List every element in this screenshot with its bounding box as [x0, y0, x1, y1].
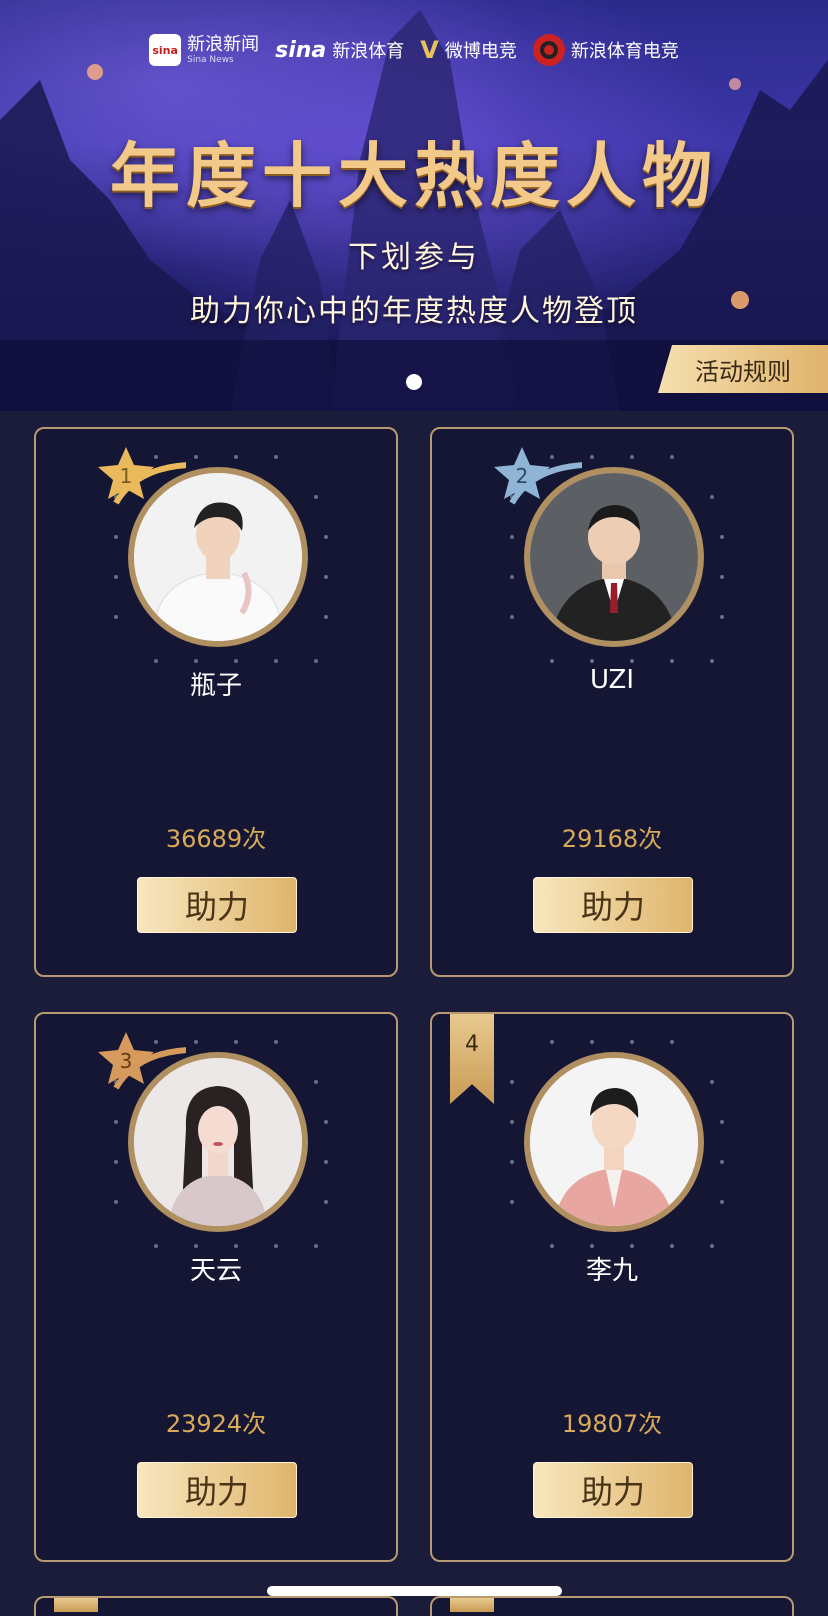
boost-button[interactable]: 助力: [533, 877, 693, 933]
vote-count: 29168次: [561, 825, 663, 853]
bronze-star-badge: 3: [98, 1032, 186, 1090]
candidate-card: 4 李九 19807次 助力: [430, 1012, 794, 1562]
rank-number: 2: [516, 464, 529, 488]
avatar-frame: [524, 1052, 704, 1232]
weibo-esports-logo: V: [420, 36, 439, 64]
partner-subname: Sina News: [187, 54, 234, 65]
partner-sina-sports-esports: 新浪体育电竞: [532, 34, 679, 66]
partner-sina-sports: sina 新浪体育: [275, 37, 404, 63]
candidate-name: 天云: [189, 1256, 242, 1286]
carousel-indicator-dot[interactable]: [406, 374, 422, 390]
gold-star-badge: 1: [98, 447, 186, 505]
vote-count: 19807次: [561, 1410, 663, 1438]
candidate-name: UZI: [589, 665, 635, 695]
vote-count: 36689次: [165, 825, 267, 853]
partner-sina-news: sina 新浪新闻 Sina News: [149, 34, 259, 66]
activity-rules-button[interactable]: 活动规则: [658, 345, 828, 393]
sina-sports-logo: sina: [275, 37, 327, 63]
partner-logos: sina 新浪新闻 Sina News sina 新浪体育 V 微博电竞 新浪体…: [0, 34, 828, 66]
sina-sports-esports-logo: [532, 34, 565, 66]
partner-name: 新浪新闻: [187, 33, 260, 55]
home-indicator[interactable]: [267, 1586, 562, 1596]
candidate-card: 2 UZI 29168次 助力: [430, 427, 794, 977]
partner-name: 新浪体育: [332, 41, 405, 62]
partner-name: 新浪体育电竞: [570, 41, 679, 62]
hero-banner[interactable]: sina 新浪新闻 Sina News sina 新浪体育 V 微博电竞 新浪体…: [0, 0, 828, 411]
vote-count: 23924次: [165, 1410, 267, 1438]
banner-title: 年度十大热度人物: [110, 134, 718, 217]
candidate-name: 李九: [585, 1256, 638, 1286]
rank-number: 1: [120, 464, 133, 488]
candidate-card: 3 天云 23924次 助力: [34, 1012, 398, 1562]
candidate-card-partial: [34, 1596, 398, 1616]
avatar: [530, 1058, 698, 1226]
partner-weibo-esports: V 微博电竞: [420, 36, 517, 64]
candidate-card-partial: [430, 1596, 794, 1616]
candidate-card: 1 瓶子 36689次 助力: [34, 427, 398, 977]
sina-news-logo: sina: [149, 34, 182, 66]
boost-button[interactable]: 助力: [533, 1462, 693, 1518]
boost-button[interactable]: 助力: [137, 877, 297, 933]
banner-subtitle-2: 助力你心中的年度热度人物登顶: [190, 294, 638, 329]
rank-number: 3: [120, 1049, 133, 1073]
boost-button[interactable]: 助力: [137, 1462, 297, 1518]
silver-star-badge: 2: [494, 447, 582, 505]
partner-name: 微博电竞: [444, 41, 517, 62]
candidate-name: 瓶子: [189, 671, 242, 701]
banner-subtitle-1: 下划参与: [348, 240, 480, 275]
